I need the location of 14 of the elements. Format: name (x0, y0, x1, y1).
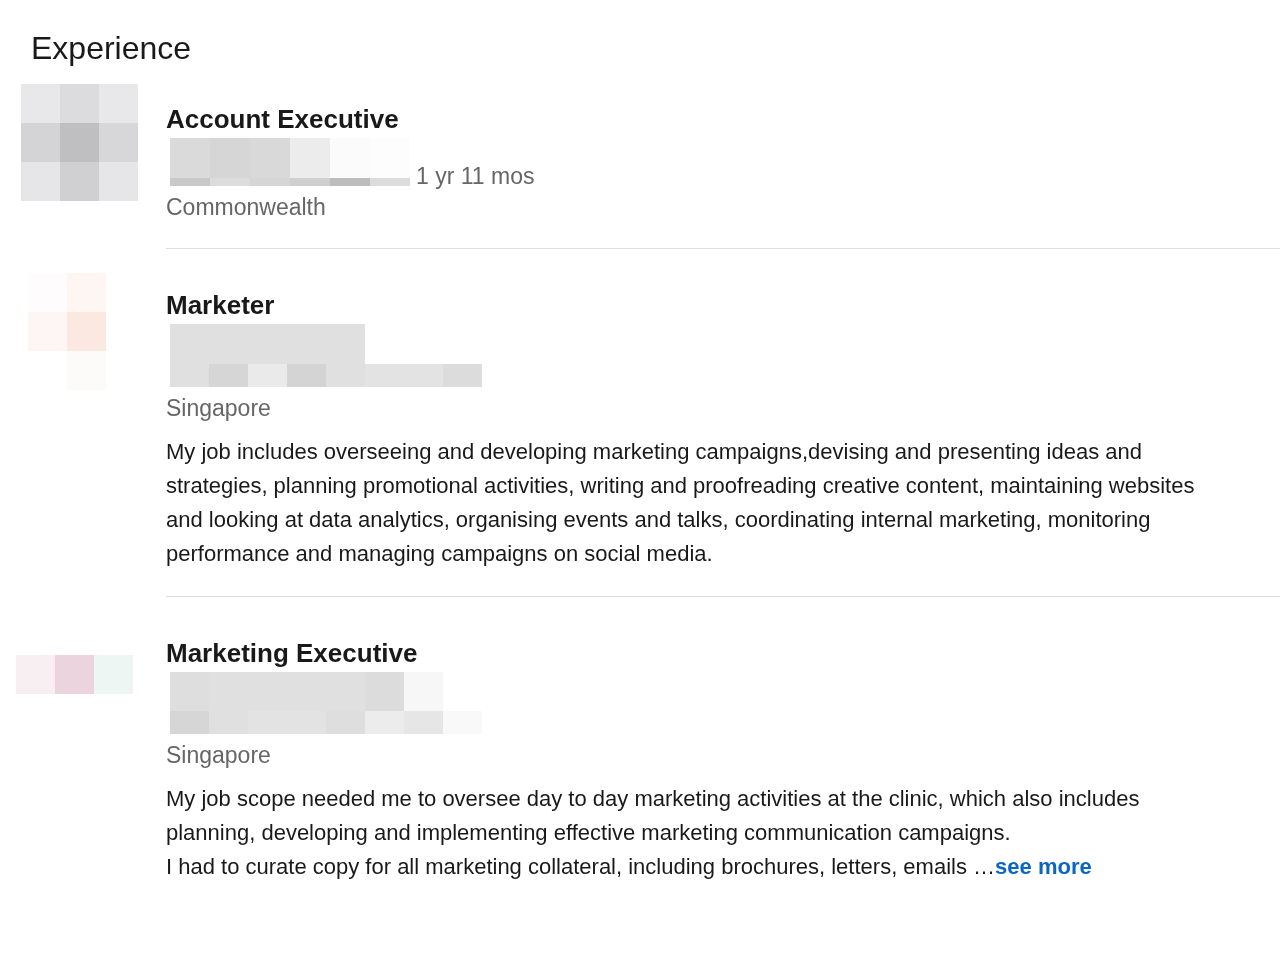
job-title: Marketer (166, 290, 276, 320)
job-description: My job scope needed me to oversee day to day marketing activities at the clinic, which also includes planning, developing and implementing effective marketing communication campaigns. (166, 785, 1141, 847)
job-location: Singapore (166, 741, 272, 770)
job-description: My job includes overseeing and developing marketing campaigns,devising and presenting ideas and strategies, planning promotional activities, writing and proofreading creative content, maintaining websites and looking at data analytics, organising events and talks, coordinating internal marketing, monitoring performance and managing campaigns on social media. (166, 438, 1196, 568)
job-location: Commonwealth (166, 193, 327, 222)
company-logo-icon (16, 655, 133, 694)
job-location: Singapore (166, 394, 272, 423)
job-title: Account Executive (166, 104, 400, 134)
company-logo-icon (21, 84, 138, 201)
job-duration: 1 yr 11 mos (416, 164, 535, 188)
job-description: I had to curate copy for all marketing collateral, including brochures, letters, emails …see more (166, 853, 1093, 881)
job-title: Marketing Executive (166, 638, 419, 668)
section-title: Experience (31, 29, 193, 68)
see-more-link[interactable]: see more (995, 854, 1092, 879)
